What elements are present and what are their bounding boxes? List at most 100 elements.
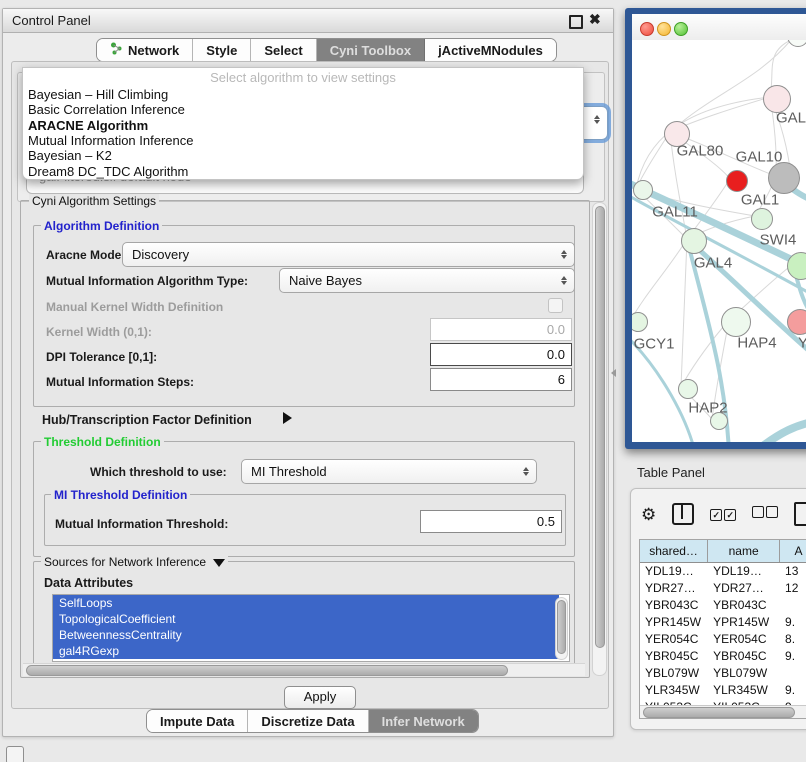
tab-label: Discretize Data — [261, 714, 354, 729]
mi-threshold-field[interactable]: 0.5 — [420, 510, 562, 533]
combo-spinner-icon — [561, 250, 567, 259]
network-node-hap4[interactable] — [721, 307, 751, 337]
mini-panel-icon[interactable] — [6, 746, 24, 762]
split-columns-icon[interactable] — [672, 503, 694, 525]
float-window-icon[interactable] — [569, 15, 583, 29]
dropdown-item[interactable]: Bayesian – K2 — [28, 148, 112, 164]
control-panel-window: Control Panel ✖ NetworkStyle Select Cyni T… — [2, 8, 614, 737]
dropdown-header: Select algorithm to view settings — [23, 70, 583, 85]
mi-steps-field[interactable]: 6 — [430, 368, 572, 391]
network-node-gal11[interactable] — [633, 180, 653, 200]
network-view-window[interactable]: GALGAL80GAL10GAL11GAL1SWI4GAL4GCY1HAP4YH… — [625, 8, 806, 449]
dropdown-item[interactable]: Dream8 DC_TDC Algorithm — [28, 164, 188, 180]
network-node[interactable] — [710, 412, 728, 430]
network-canvas[interactable]: GALGAL80GAL10GAL11GAL1SWI4GAL4GCY1HAP4YH… — [632, 40, 806, 442]
aracne-mode-combobox[interactable]: Discovery — [122, 242, 575, 267]
table-cell: YDL19… — [640, 563, 708, 580]
select-all-columns-icon[interactable]: ✓✓ — [710, 505, 736, 523]
export-table-icon[interactable] — [794, 502, 806, 526]
apply-button[interactable]: Apply — [284, 686, 356, 709]
settings-hscrollbar[interactable] — [23, 663, 585, 676]
zoom-traffic-light-icon[interactable] — [674, 22, 688, 36]
table-header-row: shared…nameA — [640, 540, 806, 563]
table-cell: YER054C — [640, 631, 708, 648]
table-cell: 13 — [780, 563, 806, 580]
table-cell: 8. — [780, 631, 806, 648]
table-body: YDL19…YDL19…13YDR27…YDR27…12YBR043CYBR04… — [640, 563, 806, 706]
control-panel-tabstrip: NetworkStyle Select Cyni Toolbox jActiveMNo… — [96, 38, 557, 62]
table-cell: YBL079W — [640, 665, 708, 682]
table-row[interactable]: YDR27…YDR27…12 — [640, 580, 806, 597]
tab-network[interactable]: Network — [97, 39, 193, 61]
which-threshold-combobox[interactable]: MI Threshold — [241, 459, 537, 484]
dropdown-item[interactable]: Mutual Information Inference — [28, 133, 193, 149]
control-panel-title: Control Panel — [12, 13, 91, 28]
tab-cyni-toolbox[interactable]: Cyni Toolbox — [317, 39, 425, 61]
column-header[interactable]: shared… — [640, 540, 708, 562]
tab-label: Select — [264, 43, 302, 58]
table-row[interactable]: YER054CYER054C8. — [640, 631, 806, 648]
close-icon[interactable]: ✖ — [589, 11, 601, 28]
network-node-gal4[interactable] — [681, 228, 707, 254]
manual-kernel-checkbox[interactable] — [548, 298, 563, 313]
tab-discretize-data[interactable]: Discretize Data — [248, 710, 368, 732]
network-node-gal1[interactable] — [751, 208, 773, 230]
combo-spinner-icon — [523, 467, 529, 476]
table-row[interactable]: YBL079WYBL079W — [640, 665, 806, 682]
network-node-hap2[interactable] — [678, 379, 698, 399]
column-header[interactable]: A — [780, 540, 806, 562]
cyni-bottom-tabstrip: Impute Data Discretize Data Infer Network — [146, 709, 479, 733]
dropdown-item[interactable]: ARACNE Algorithm — [28, 118, 148, 134]
table-row[interactable]: YLR345WYLR345W9. — [640, 682, 806, 699]
mi-type-combobox[interactable]: Naive Bayes — [279, 268, 575, 293]
close-traffic-light-icon[interactable] — [640, 22, 654, 36]
tab-jactivemnodules[interactable]: jActiveMNodules — [425, 39, 556, 61]
dropdown-item[interactable]: Bayesian – Hill Climbing — [28, 87, 168, 103]
tab-label: jActiveMNodules — [438, 43, 543, 58]
table-row[interactable]: YDL19…YDL19…13 — [640, 563, 806, 580]
attribute-list-item[interactable]: SelfLoops — [53, 595, 559, 611]
node-label: GAL1 — [741, 192, 779, 209]
table-cell — [780, 597, 806, 614]
node-label: GAL — [776, 110, 806, 127]
table-row[interactable]: YBR045CYBR045C9. — [640, 648, 806, 665]
gear-icon[interactable]: ⚙ — [641, 506, 656, 523]
network-window-titlebar[interactable] — [632, 14, 806, 40]
table-row[interactable]: YBR043CYBR043C — [640, 597, 806, 614]
attribute-list-item[interactable]: BetweennessCentrality — [53, 627, 559, 643]
combo-spinner-icon — [561, 276, 567, 285]
kernel-width-field[interactable]: 0.0 — [430, 318, 572, 341]
data-attributes-list[interactable]: SelfLoopsTopologicalCoefficientBetweenne… — [52, 594, 570, 662]
control-panel-titlebar[interactable]: Control Panel ✖ — [3, 9, 613, 33]
dropdown-item[interactable]: Basic Correlation Inference — [28, 102, 185, 118]
tab-impute-data[interactable]: Impute Data — [147, 710, 248, 732]
settings-group-title: Cyni Algorithm Settings — [29, 194, 159, 208]
table-cell: YER054C — [708, 631, 780, 648]
table-cell: YPR145W — [708, 614, 780, 631]
tab-select[interactable]: Select — [251, 39, 316, 61]
table-hscrollbar[interactable] — [640, 705, 806, 718]
network-node[interactable] — [726, 170, 748, 192]
expand-right-icon[interactable] — [283, 412, 292, 424]
dpi-tolerance-field[interactable]: 0.0 — [430, 343, 572, 366]
tab-style[interactable]: Style — [193, 39, 251, 61]
deselect-all-columns-icon[interactable] — [752, 505, 778, 523]
column-header[interactable]: name — [708, 540, 780, 562]
network-node-y[interactable] — [787, 309, 806, 335]
attribute-list-item[interactable]: gal4RGexp — [53, 643, 559, 659]
tab-label: Cyni Toolbox — [330, 43, 411, 58]
panel-collapse-handle[interactable] — [611, 369, 616, 377]
settings-vscrollbar[interactable] — [592, 202, 607, 676]
aracne-mode-label: Aracne Mode: — [46, 248, 125, 262]
list-scrollbar[interactable] — [555, 597, 568, 660]
tab-infer-network[interactable]: Infer Network — [369, 710, 478, 732]
mi-threshold-label: Mutual Information Threshold: — [55, 517, 228, 531]
attribute-list-item[interactable]: TopologicalCoefficient — [53, 611, 559, 627]
collapse-down-icon[interactable] — [213, 559, 225, 567]
table-row[interactable]: YPR145WYPR145W9. — [640, 614, 806, 631]
mi-threshold-value: 0.5 — [537, 514, 555, 529]
network-node-gal10[interactable] — [768, 162, 800, 194]
table-toolbar: ⚙ ✓✓ — [641, 499, 806, 529]
network-view-inner: GALGAL80GAL10GAL11GAL1SWI4GAL4GCY1HAP4YH… — [632, 14, 806, 442]
minimize-traffic-light-icon[interactable] — [657, 22, 671, 36]
